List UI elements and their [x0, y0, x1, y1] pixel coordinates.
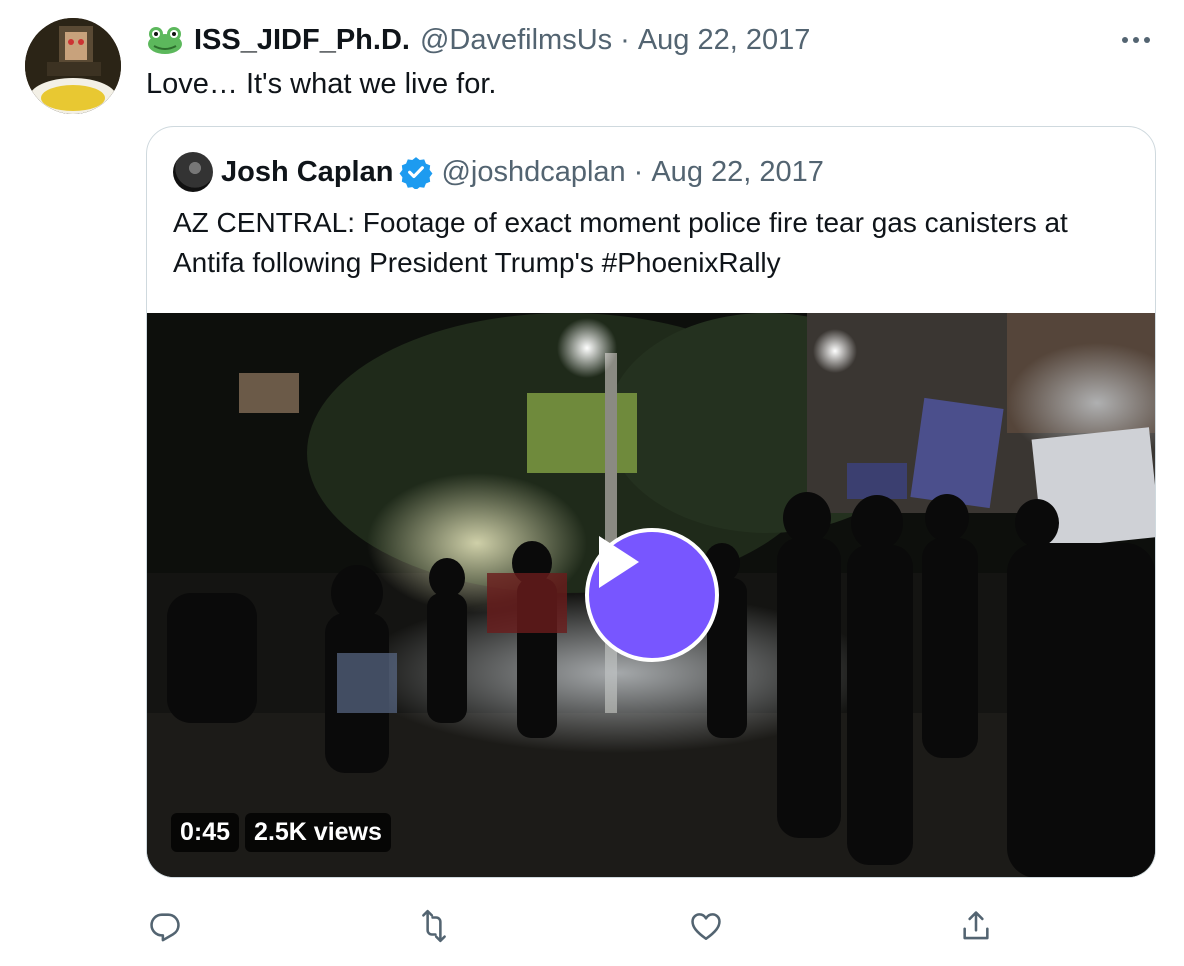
share-icon[interactable] — [954, 904, 998, 948]
video-duration-badge: 0:45 — [171, 813, 240, 852]
video-views-badge: 2.5K views — [245, 813, 391, 852]
play-icon — [599, 536, 639, 588]
author-handle[interactable]: @DavefilmsUs — [420, 24, 612, 57]
tweet-date[interactable]: Aug 22, 2017 — [638, 24, 811, 57]
quoted-tweet-header: Josh Caplan @joshdcaplan · Aug 22, 2017 — [173, 151, 824, 193]
author-display-name[interactable]: ISS_JIDF_Ph.D. — [194, 24, 410, 57]
quoted-tweet-text: AZ CENTRAL: Footage of exact moment poli… — [173, 207, 1068, 278]
quoted-author-display-name[interactable]: Josh Caplan — [221, 156, 393, 189]
play-button[interactable] — [585, 528, 719, 662]
quoted-author-handle[interactable]: @joshdcaplan — [441, 156, 625, 189]
video-player[interactable]: 0:45 2.5K views — [147, 313, 1155, 877]
author-avatar[interactable] — [25, 18, 121, 114]
retweet-icon[interactable] — [412, 904, 456, 948]
quoted-tweet-date[interactable]: Aug 22, 2017 — [651, 156, 824, 189]
more-options-icon[interactable] — [1118, 22, 1154, 58]
reply-icon[interactable] — [143, 904, 187, 948]
like-icon[interactable] — [684, 904, 728, 948]
separator-dot: · — [620, 23, 630, 56]
tweet-text: Love… It's what we live for. — [146, 68, 497, 100]
tweet-action-bar — [146, 904, 1006, 948]
quoted-tweet[interactable]: Josh Caplan @joshdcaplan · Aug 22, 2017 … — [146, 126, 1156, 878]
video-badges: 0:45 2.5K views — [171, 813, 391, 852]
separator-dot: · — [633, 155, 644, 188]
verified-badge-icon — [399, 155, 433, 190]
frog-icon — [146, 26, 184, 54]
quoted-author-avatar[interactable] — [173, 152, 213, 192]
tweet-header: ISS_JIDF_Ph.D. @DavefilmsUs · Aug 22, 20… — [146, 20, 810, 60]
